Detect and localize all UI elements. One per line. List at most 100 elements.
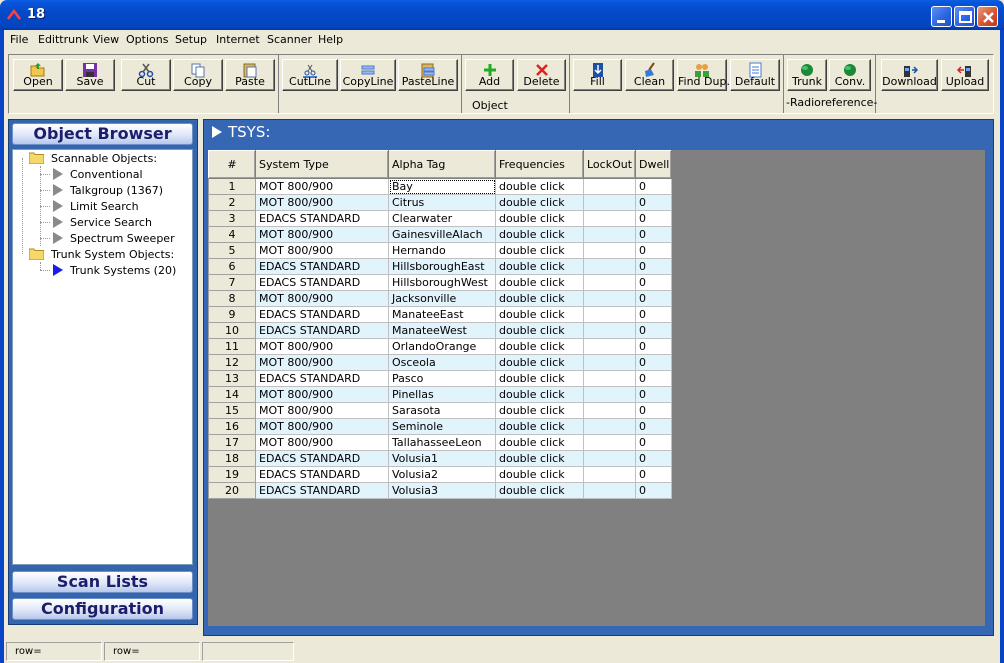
table-row[interactable]: 7 EDACS STANDARD HillsboroughWest double cl… [208,274,672,291]
system-type-cell[interactable]: EDACS STANDARD [255,370,389,387]
dwell-cell[interactable]: 0 [635,354,672,371]
open-button[interactable]: Open [13,59,63,91]
table-row[interactable]: 8 MOT 800/900 Jacksonville double click 0 [208,290,672,307]
lockout-cell[interactable] [583,434,636,451]
alpha-tag-cell[interactable]: Volusia2 [388,466,496,483]
row-number[interactable]: 10 [208,322,256,339]
frequencies-cell[interactable]: double click [495,322,584,339]
tree-item-conventional[interactable]: Conventional [70,168,143,181]
save-button[interactable]: Save [65,59,115,91]
dwell-cell[interactable]: 0 [635,466,672,483]
table-row[interactable]: 11 MOT 800/900 OrlandoOrange double click 0 [208,338,672,355]
menu-scanner[interactable]: Scanner [267,33,312,46]
system-type-cell[interactable]: EDACS STANDARD [255,274,389,291]
system-type-cell[interactable]: MOT 800/900 [255,242,389,259]
minimize-button[interactable] [931,6,952,27]
table-row[interactable]: 12 MOT 800/900 Osceola double click 0 [208,354,672,371]
alpha-tag-cell[interactable]: HillsboroughEast [388,258,496,275]
alpha-tag-cell[interactable]: Clearwater [388,210,496,227]
system-type-cell[interactable]: MOT 800/900 [255,290,389,307]
table-row[interactable]: 10 EDACS STANDARD ManateeWest double click 0 [208,322,672,339]
system-type-cell[interactable]: EDACS STANDARD [255,466,389,483]
frequencies-cell[interactable]: double click [495,338,584,355]
alpha-tag-cell[interactable]: Hernando [388,242,496,259]
alpha-tag-cell[interactable]: Pinellas [388,386,496,403]
frequencies-cell[interactable]: double click [495,258,584,275]
dwell-cell[interactable]: 0 [635,450,672,467]
tree-item-scannable[interactable]: Scannable Objects: [51,152,157,165]
alpha-tag-cell[interactable]: ManateeEast [388,306,496,323]
scan-lists-header[interactable]: Scan Lists [12,571,193,593]
frequencies-cell[interactable]: double click [495,242,584,259]
system-type-cell[interactable]: EDACS STANDARD [255,450,389,467]
system-type-cell[interactable]: EDACS STANDARD [255,258,389,275]
alpha-tag-cell[interactable]: Volusia1 [388,450,496,467]
system-type-cell[interactable]: EDACS STANDARD [255,306,389,323]
tree-item-spectrum-sweeper[interactable]: Spectrum Sweeper [70,232,175,245]
maximize-button[interactable] [954,6,975,27]
row-number[interactable]: 4 [208,226,256,243]
table-row[interactable]: 4 MOT 800/900 GainesvilleAlach double click… [208,226,672,243]
trunk-button[interactable]: Trunk [787,59,827,91]
copyline-button[interactable]: CopyLine [340,59,396,91]
table-row[interactable]: 5 MOT 800/900 Hernando double click 0 [208,242,672,259]
row-number[interactable]: 17 [208,434,256,451]
add-button[interactable]: Add [465,59,514,91]
alpha-tag-cell[interactable]: Seminole [388,418,496,435]
frequencies-cell[interactable]: double click [495,482,584,499]
alpha-tag-cell[interactable]: HillsboroughWest [388,274,496,291]
alpha-tag-cell[interactable]: Volusia3 [388,482,496,499]
system-type-cell[interactable]: MOT 800/900 [255,178,389,195]
dwell-cell[interactable]: 0 [635,178,672,195]
alpha-tag-cell[interactable]: Pasco [388,370,496,387]
frequencies-cell[interactable]: double click [495,274,584,291]
table-row[interactable]: 14 MOT 800/900 Pinellas double click 0 [208,386,672,403]
dwell-cell[interactable]: 0 [635,242,672,259]
close-button[interactable] [977,6,998,27]
system-type-cell[interactable]: MOT 800/900 [255,338,389,355]
column-header-number[interactable]: # [208,150,256,179]
row-number[interactable]: 16 [208,418,256,435]
frequencies-cell[interactable]: double click [495,178,584,195]
column-header-lockout[interactable]: LockOut [583,150,636,179]
lockout-cell[interactable] [583,242,636,259]
menu-setup[interactable]: Setup [175,33,207,46]
dwell-cell[interactable]: 0 [635,290,672,307]
tree-item-trunk-systems[interactable]: Trunk Systems (20) [70,264,176,277]
alpha-tag-cell[interactable]: Bay [388,178,496,195]
dwell-cell[interactable]: 0 [635,386,672,403]
lockout-cell[interactable] [583,466,636,483]
system-type-cell[interactable]: EDACS STANDARD [255,322,389,339]
row-number[interactable]: 20 [208,482,256,499]
row-number[interactable]: 8 [208,290,256,307]
lockout-cell[interactable] [583,322,636,339]
table-row[interactable]: 1 MOT 800/900 Bay double click 0 [208,178,672,195]
frequencies-cell[interactable]: double click [495,402,584,419]
alpha-tag-cell[interactable]: TallahasseeLeon [388,434,496,451]
menu-internet[interactable]: Internet [216,33,260,46]
frequencies-cell[interactable]: double click [495,370,584,387]
alpha-tag-cell[interactable]: ManateeWest [388,322,496,339]
frequencies-cell[interactable]: double click [495,450,584,467]
alpha-tag-cell[interactable]: Osceola [388,354,496,371]
tree-item-service-search[interactable]: Service Search [70,216,152,229]
alpha-tag-cell[interactable]: Sarasota [388,402,496,419]
lockout-cell[interactable] [583,402,636,419]
frequencies-cell[interactable]: double click [495,226,584,243]
row-number[interactable]: 7 [208,274,256,291]
lockout-cell[interactable] [583,418,636,435]
paste-button[interactable]: Paste [225,59,275,91]
frequencies-cell[interactable]: double click [495,466,584,483]
table-row[interactable]: 20 EDACS STANDARD Volusia3 double click 0 [208,482,672,499]
tree-item-talkgroup[interactable]: Talkgroup (1367) [70,184,163,197]
frequencies-cell[interactable]: double click [495,434,584,451]
system-type-cell[interactable]: EDACS STANDARD [255,210,389,227]
lockout-cell[interactable] [583,386,636,403]
alpha-tag-cell[interactable]: OrlandoOrange [388,338,496,355]
copy-button[interactable]: Copy [173,59,223,91]
lockout-cell[interactable] [583,482,636,499]
lockout-cell[interactable] [583,258,636,275]
menu-help[interactable]: Help [318,33,343,46]
dwell-cell[interactable]: 0 [635,194,672,211]
lockout-cell[interactable] [583,450,636,467]
